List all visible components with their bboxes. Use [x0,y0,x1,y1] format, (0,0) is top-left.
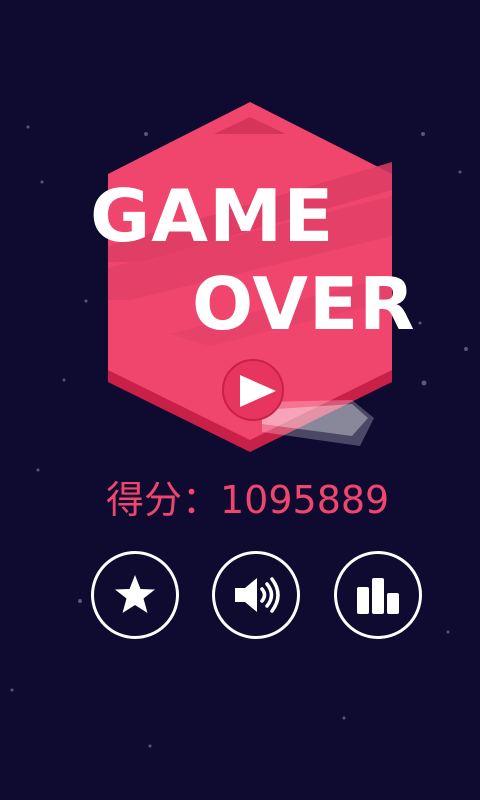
game-over-title-line-1: GAME [90,174,335,258]
sound-button[interactable] [212,551,300,639]
replay-button[interactable] [223,360,283,420]
bar-chart-icon [357,578,399,614]
game-over-title-line-2: OVER [192,262,416,346]
rank-button[interactable] [334,551,422,639]
favorite-button[interactable] [91,551,179,639]
star-icon [115,575,155,613]
speaker-icon [235,577,280,613]
score-text: 得分：1095889 [106,478,390,522]
